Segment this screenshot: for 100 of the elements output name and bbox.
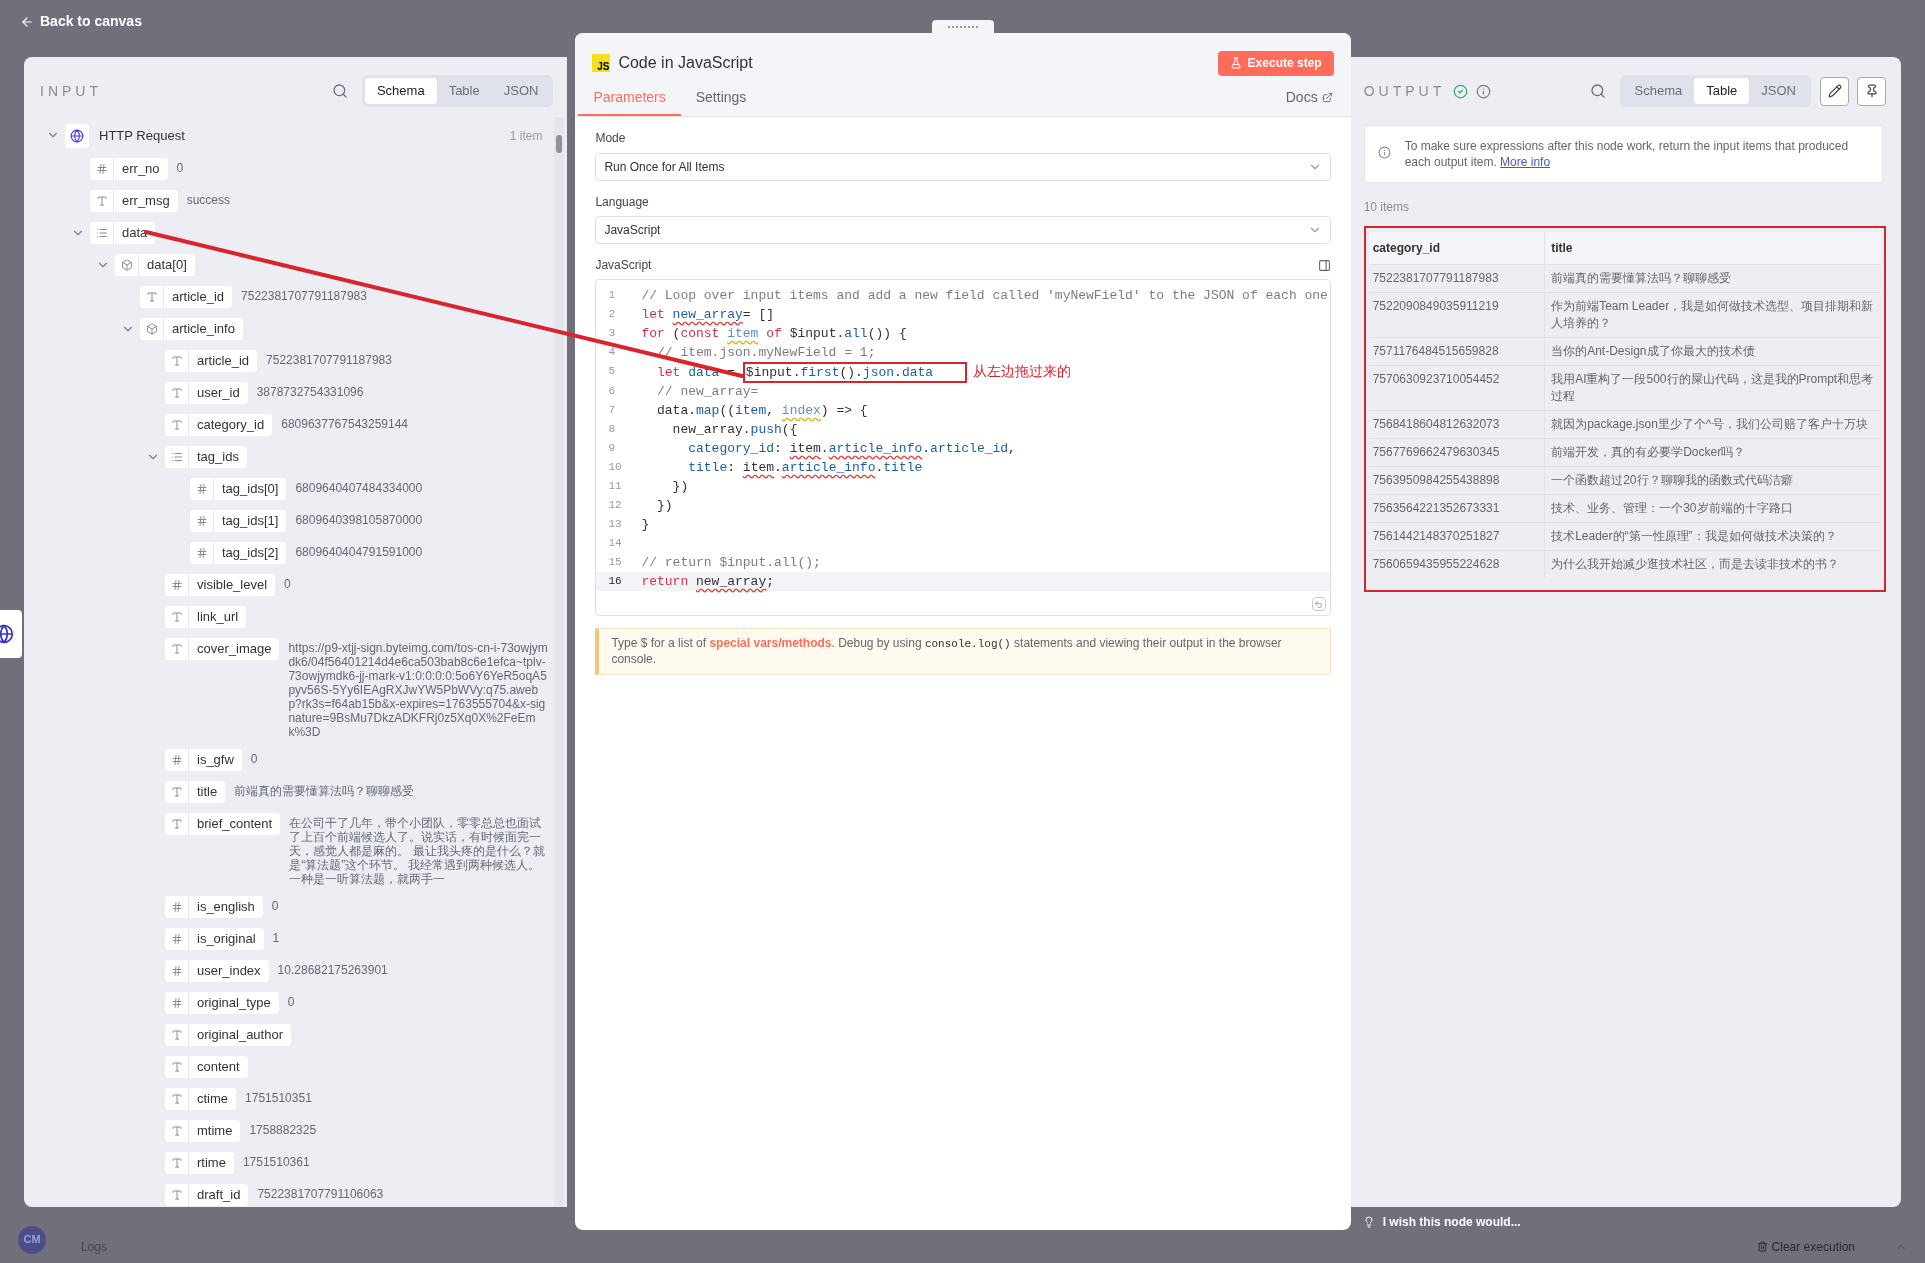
table-cell: 7570630923710054452 (1368, 365, 1545, 411)
field-chip[interactable]: user_index (165, 960, 269, 982)
view-tab[interactable]: Schema (1622, 78, 1695, 104)
column-header: title (1544, 232, 1881, 265)
field-chip[interactable]: tag_ids[1] (190, 510, 287, 532)
code-line: // return $input.all(); (641, 554, 821, 572)
field-chip[interactable]: article_info (140, 318, 243, 340)
field-label: Language (595, 194, 650, 211)
cube-icon (120, 259, 133, 271)
item-count: 10 items (1363, 199, 1410, 216)
field-chip[interactable]: article_id (140, 286, 233, 308)
table-cell: 技术、业务、管理：一个30岁前端的十字路口 (1544, 494, 1881, 523)
line-number: 13 (607, 517, 623, 532)
search-icon[interactable] (331, 83, 348, 99)
table-cell: 7522090849035911219 (1368, 292, 1545, 338)
field-value: 0 (287, 995, 295, 1009)
table-cell: 7563564221352673331 (1368, 494, 1545, 523)
info-icon (1377, 146, 1391, 159)
text-type-icon (170, 611, 183, 623)
text-type-icon (170, 1029, 183, 1041)
code-line: for (const item of $input.all()) { (641, 325, 907, 343)
field-chip[interactable]: user_id (165, 382, 248, 404)
globe-icon (0, 624, 14, 644)
field-chip[interactable]: original_type (165, 992, 279, 1014)
field-chip[interactable]: category_id (165, 414, 273, 436)
field-value: 1 (272, 931, 280, 945)
field-chip[interactable]: cover_image (165, 638, 280, 660)
text-type-icon (170, 1093, 183, 1105)
external-link-icon (1321, 92, 1333, 103)
panel-title: OUTPUT (1363, 81, 1446, 101)
field-chip[interactable]: is_gfw (165, 749, 242, 771)
field-chip[interactable]: content (165, 1056, 248, 1078)
code-line: category_id: item.article_info.article_id, (687, 440, 1016, 458)
field-value: 1758882325 (249, 1123, 317, 1137)
field-chip[interactable]: draft_id (165, 1184, 249, 1206)
table-cell: 我用AI重构了一段500行的屎山代码，这是我的Prompt和思考过程 (1544, 365, 1881, 411)
view-tab[interactable]: JSON (1749, 78, 1808, 104)
field-chip[interactable]: link_url (165, 606, 247, 628)
hash-icon (170, 901, 183, 913)
field-chip[interactable]: title (165, 781, 226, 803)
field-value: 6809640398105870000 (295, 513, 423, 527)
list-icon (170, 451, 183, 463)
field-chip[interactable]: is_original (165, 928, 264, 950)
field-chip[interactable]: err_no (90, 158, 168, 180)
view-tab[interactable]: Table (1694, 78, 1750, 104)
pin-button[interactable] (1857, 76, 1886, 106)
text-type-icon (170, 1157, 183, 1169)
js-badge: JS (592, 54, 611, 72)
line-number: 16 (607, 574, 623, 589)
field-chip[interactable]: mtime (165, 1120, 241, 1142)
language-select[interactable]: JavaScript (595, 216, 1331, 244)
code-line: // Loop over input items and add a new field called 'myNewField' to the JSON of each one (641, 287, 1328, 305)
table-cell: 当你的Ant-Design成了你最大的技术债 (1544, 337, 1881, 366)
field-label: Mode (595, 130, 627, 147)
field-chip[interactable]: data (90, 222, 156, 244)
search-icon[interactable] (1589, 83, 1606, 99)
field-value: 0 (176, 161, 184, 175)
line-number: 1 (607, 288, 616, 303)
field-chip[interactable]: tag_ids (165, 446, 247, 468)
mode-select[interactable]: Run Once for All Items (595, 153, 1331, 181)
panel-tab[interactable]: Settings (680, 87, 762, 116)
line-number: 14 (607, 536, 623, 551)
info-icon[interactable] (1476, 83, 1492, 99)
field-chip[interactable]: visible_level (165, 574, 276, 596)
field-chip[interactable]: data[0] (115, 254, 195, 276)
drag-handle[interactable] (932, 20, 995, 34)
field-value: 10.28682175263901 (277, 963, 388, 977)
code-editor[interactable] (595, 279, 1331, 616)
field-chip[interactable]: rtime (165, 1152, 234, 1174)
panel-icon[interactable] (1317, 258, 1331, 272)
table-cell: 7561442148370251827 (1368, 522, 1545, 551)
edit-button[interactable] (1820, 76, 1849, 106)
field-value: 0 (284, 577, 291, 591)
field-chip[interactable]: article_id (165, 350, 258, 372)
view-tab[interactable]: Table (436, 78, 492, 104)
line-number: 2 (607, 307, 616, 322)
field-chip[interactable]: err_msg (90, 190, 178, 212)
globe-icon (70, 129, 84, 143)
field-chip[interactable]: tag_ids[0] (190, 478, 287, 500)
field-value: 1751510351 (245, 1091, 312, 1105)
reset-button[interactable] (1311, 597, 1326, 611)
field-chip[interactable]: ctime (165, 1088, 237, 1110)
field-chip[interactable]: tag_ids[2] (190, 542, 287, 564)
view-tab[interactable]: JSON (491, 78, 551, 104)
more-info-link[interactable]: More info (1500, 155, 1551, 169)
field-value: success (186, 193, 231, 207)
table-cell: 前端开发，真的有必要学Docker吗？ (1544, 438, 1881, 467)
back-button[interactable]: Back to canvas (20, 11, 142, 32)
text-type-icon (170, 786, 183, 798)
view-tab[interactable]: Schema (364, 78, 437, 104)
field-chip[interactable]: brief_content (165, 813, 281, 835)
field-chip[interactable]: is_english (165, 896, 263, 918)
table-cell: 作为前端Team Leader，我是如何做技术选型、项目排期和新人培养的？ (1544, 292, 1881, 338)
field-value: 3878732754331096 (256, 385, 364, 399)
text-type-icon (145, 291, 158, 303)
docs-link[interactable]: Docs (1285, 87, 1333, 108)
feedback-link[interactable]: I wish this node would... (1382, 1213, 1521, 1231)
side-tab[interactable] (0, 610, 22, 658)
scrollbar[interactable] (554, 117, 565, 1207)
field-chip[interactable]: original_author (165, 1024, 291, 1046)
